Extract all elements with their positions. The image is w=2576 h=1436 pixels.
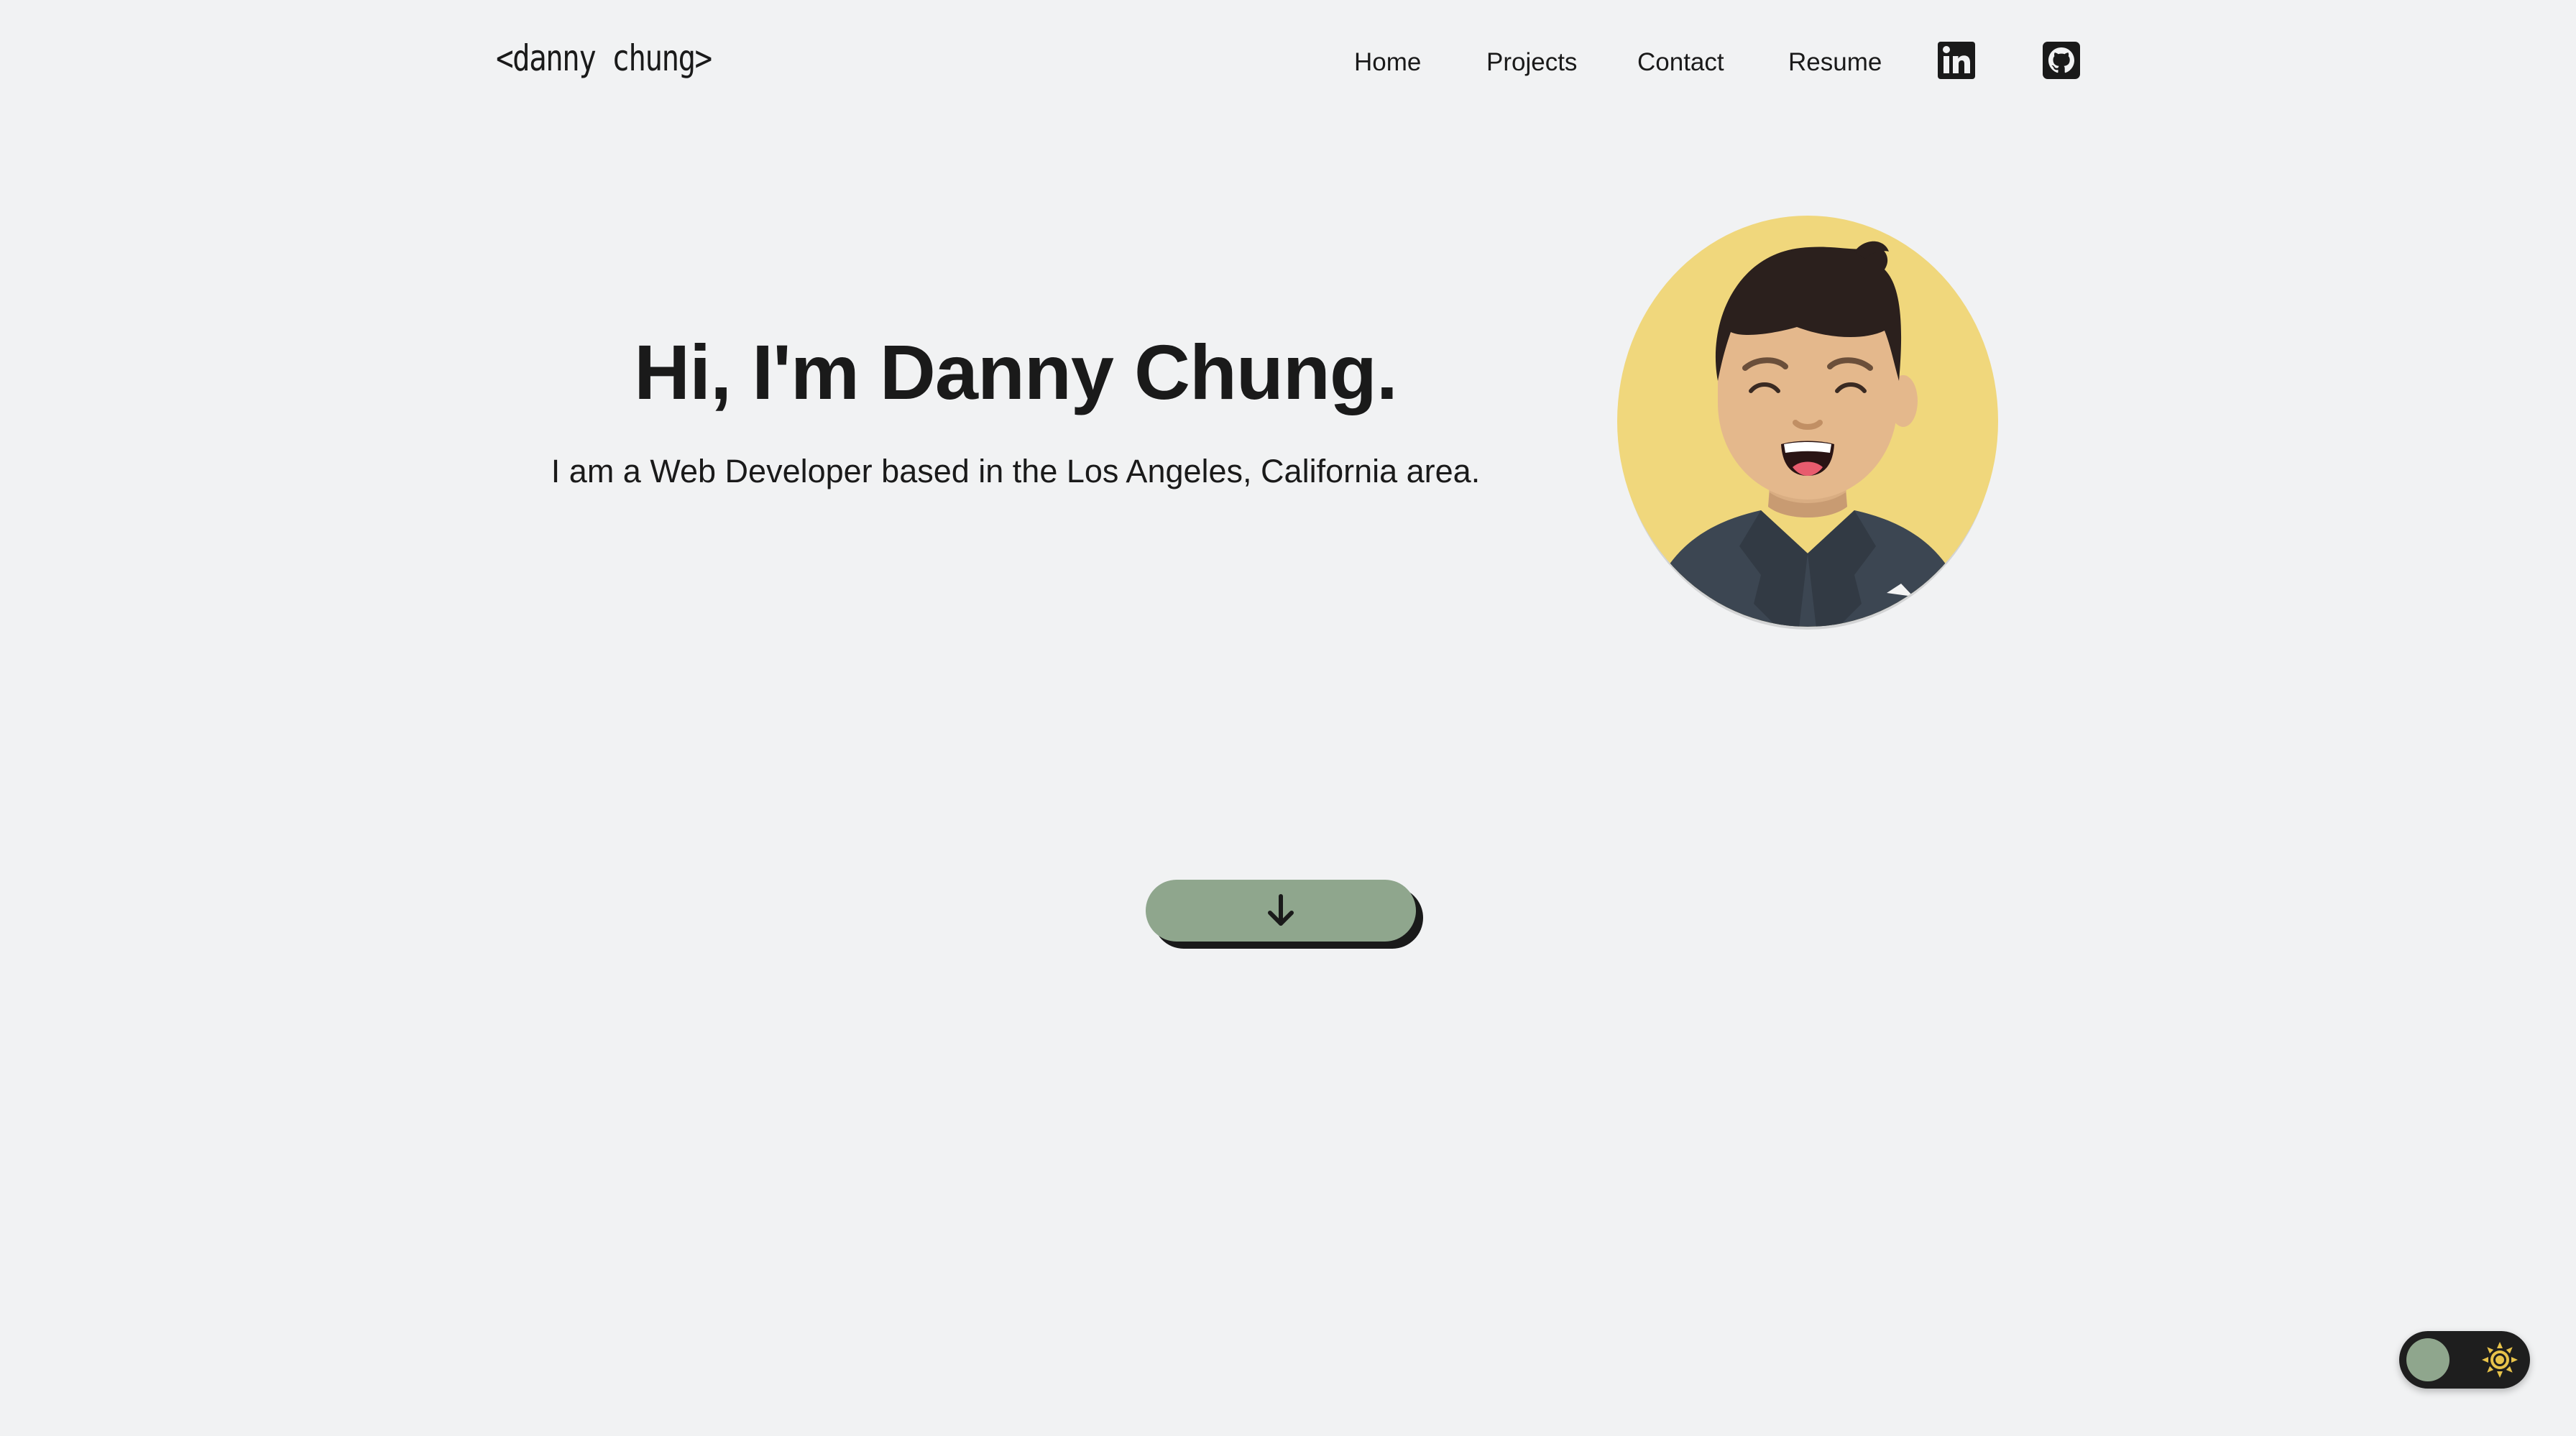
scroll-down-button[interactable] [1146, 880, 1416, 942]
nav-resume[interactable]: Resume [1788, 41, 1882, 84]
site-logo[interactable]: <danny chung> [496, 37, 712, 79]
nav-projects[interactable]: Projects [1486, 41, 1577, 84]
toggle-knob [2406, 1338, 2450, 1381]
scroll-down-container [1146, 880, 1425, 950]
theme-toggle[interactable] [2399, 1331, 2530, 1389]
sun-icon [2481, 1341, 2518, 1379]
nav-home[interactable]: Home [1354, 41, 1421, 84]
nav-contact[interactable]: Contact [1637, 41, 1724, 84]
portfolio-page: <danny chung> Home Projects Contact Resu… [0, 0, 2576, 1436]
linkedin-icon[interactable] [1938, 42, 1975, 79]
arrow-down-icon [1265, 893, 1297, 928]
github-icon[interactable] [2043, 42, 2080, 79]
avatar-illustration [1617, 216, 1998, 630]
